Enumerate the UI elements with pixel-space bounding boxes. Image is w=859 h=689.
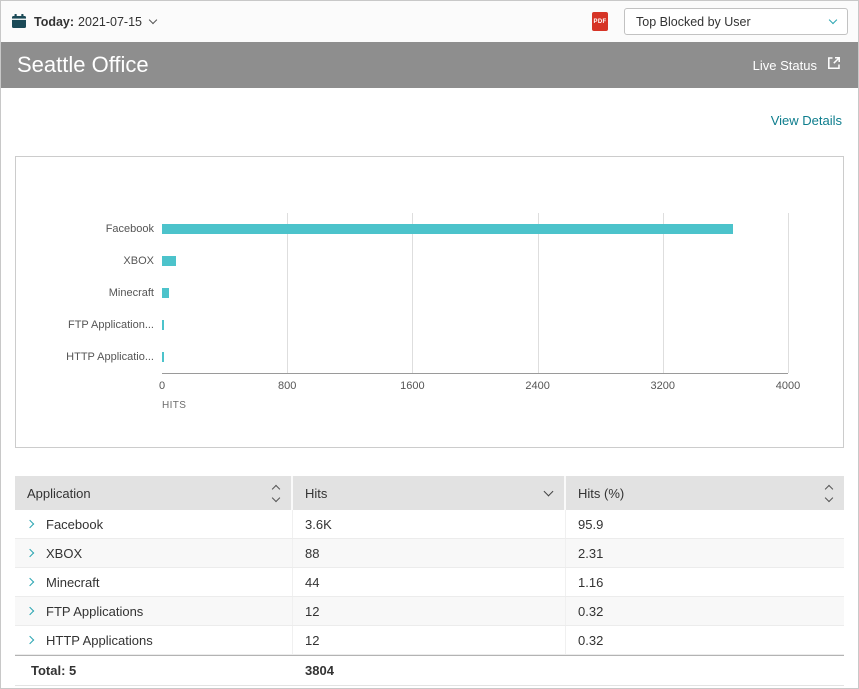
gridline <box>788 213 789 373</box>
column-header-hits-pct[interactable]: Hits (%) <box>566 476 844 510</box>
expand-chevron-icon[interactable] <box>26 636 34 644</box>
table-row[interactable]: HTTP Applications 12 0.32 <box>15 626 844 655</box>
chart-bar <box>162 256 176 266</box>
page-title: Seattle Office <box>17 52 149 78</box>
table-row[interactable]: FTP Applications 12 0.32 <box>15 597 844 626</box>
title-band: Seattle Office Live Status <box>1 42 858 88</box>
report-type-select[interactable]: Top Blocked by User <box>624 8 848 35</box>
bar-row <box>162 309 788 341</box>
x-tick: 1600 <box>400 380 424 392</box>
chart-panel: Facebook XBOX Minecraft FTP Application.… <box>15 156 844 448</box>
chart-bar <box>162 288 169 298</box>
x-tick: 4000 <box>776 380 800 392</box>
column-header-hits[interactable]: Hits <box>293 476 566 510</box>
chevron-down-icon <box>829 16 837 24</box>
view-details-row: View Details <box>1 88 858 156</box>
x-tick: 2400 <box>525 380 549 392</box>
chart-bar <box>162 224 733 234</box>
external-link-icon <box>826 55 842 76</box>
chart-category-label: Facebook <box>16 213 162 245</box>
view-details-link[interactable]: View Details <box>771 113 842 128</box>
chart-category-labels: Facebook XBOX Minecraft FTP Application.… <box>16 213 162 374</box>
chart-category-label: XBOX <box>16 245 162 277</box>
expand-chevron-icon[interactable] <box>26 549 34 557</box>
sort-icon <box>826 486 832 501</box>
table-body: Facebook 3.6K 95.9 XBOX 88 2.31 Minecraf… <box>15 510 844 655</box>
chart-category-label: FTP Application... <box>16 309 162 341</box>
column-header-application[interactable]: Application <box>15 476 293 510</box>
expand-chevron-icon[interactable] <box>26 607 34 615</box>
export-pdf-button[interactable]: PDF <box>592 12 608 31</box>
chart-category-label: Minecraft <box>16 277 162 309</box>
live-status-label: Live Status <box>753 58 817 73</box>
pdf-icon: PDF <box>594 19 607 25</box>
chevron-down-icon <box>149 16 157 24</box>
dashboard-page: Today: 2021-07-15 PDF Top Blocked by Use… <box>0 0 859 689</box>
top-toolbar: Today: 2021-07-15 PDF Top Blocked by Use… <box>1 1 858 42</box>
table-row[interactable]: XBOX 88 2.31 <box>15 539 844 568</box>
bar-row <box>162 213 788 245</box>
table-header: Application Hits Hits (%) <box>15 476 844 510</box>
date-label: Today: <box>34 15 74 29</box>
expand-chevron-icon[interactable] <box>26 520 34 528</box>
bar-row <box>162 245 788 277</box>
table-footer: Total: 5 3804 <box>15 655 844 686</box>
x-axis-label: HITS <box>162 400 843 411</box>
sort-desc-icon <box>544 487 554 497</box>
sort-icon <box>273 486 279 501</box>
x-axis-ticks: 0 800 1600 2400 3200 4000 <box>162 374 788 392</box>
date-value: 2021-07-15 <box>78 15 142 29</box>
calendar-icon <box>11 14 27 29</box>
expand-chevron-icon[interactable] <box>26 578 34 586</box>
x-tick: 800 <box>278 380 296 392</box>
applications-table: Application Hits Hits (%) Facebook 3.6K … <box>15 476 844 686</box>
chart-bar <box>162 352 164 362</box>
total-hits: 3804 <box>293 663 566 678</box>
table-row[interactable]: Facebook 3.6K 95.9 <box>15 510 844 539</box>
chart-bar <box>162 320 164 330</box>
bar-row <box>162 277 788 309</box>
date-picker[interactable]: Today: 2021-07-15 <box>11 14 156 29</box>
chart-plot-area <box>162 213 788 374</box>
table-row[interactable]: Minecraft 44 1.16 <box>15 568 844 597</box>
chart-category-label: HTTP Applicatio... <box>16 341 162 373</box>
x-tick: 0 <box>159 380 165 392</box>
bar-row <box>162 341 788 373</box>
report-select-value: Top Blocked by User <box>636 15 751 29</box>
x-tick: 3200 <box>651 380 675 392</box>
live-status-link[interactable]: Live Status <box>753 55 842 76</box>
total-label: Total: 5 <box>15 663 293 678</box>
